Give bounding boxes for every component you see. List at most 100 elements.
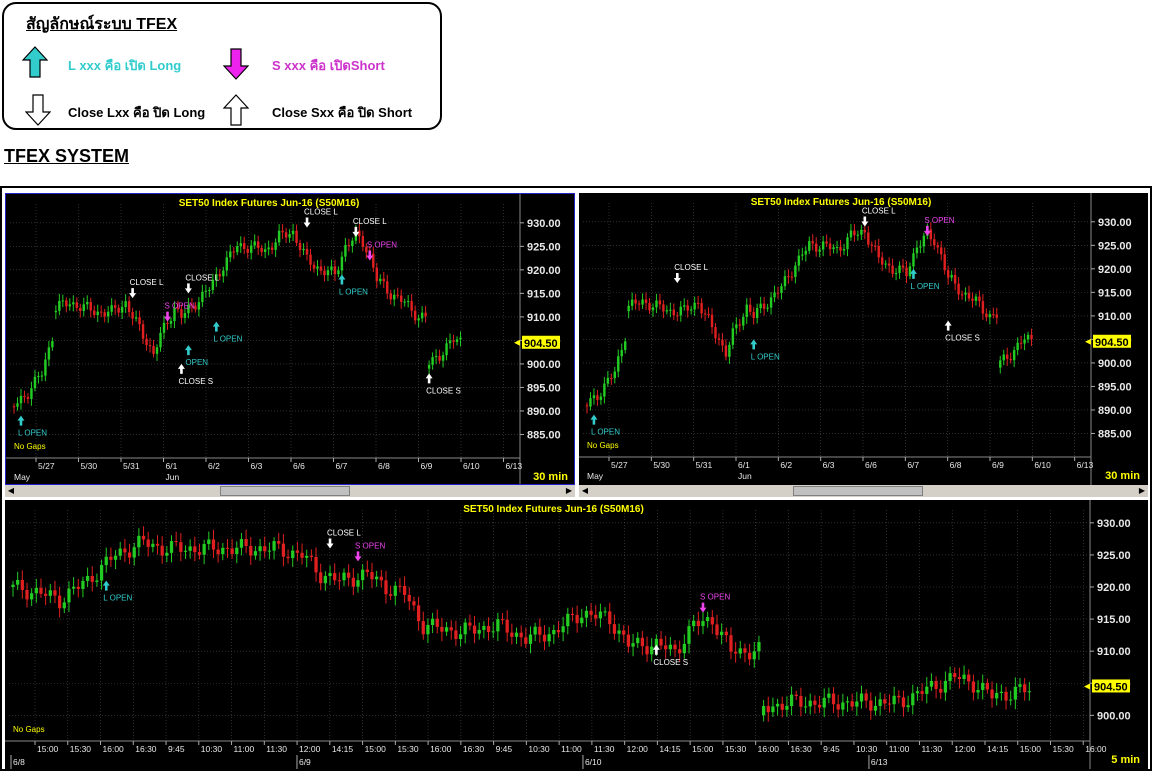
x-tick-label: 10:30 [201,744,223,754]
y-tick-label: 920.00 [1097,582,1131,594]
x-tick-label: 5/27 [611,460,628,470]
candle-body [440,626,444,632]
x-tick-label: 11:00 [889,744,910,754]
scrollbar-2[interactable]: ◀ ▶ [579,485,1148,497]
x-tick-label: 15:00 [37,744,59,754]
candle-body [351,240,354,246]
long-open-label: L OPEN [339,288,368,297]
chart-panel-2[interactable]: 930.00925.00920.00915.00910.00905.00900.… [579,193,1148,485]
candle-body [351,577,355,587]
candle-body [846,237,849,250]
candle-body [449,627,453,631]
x-tick-label: 5/30 [81,461,98,471]
candle-body [757,642,761,652]
scroll-left-button[interactable]: ◀ [5,485,17,497]
candle-body [445,343,448,356]
long-open-label: L OPEN [18,429,47,438]
candle-body [53,590,57,596]
x-tick-label: 6/6 [293,461,305,471]
scroll-thumb[interactable] [793,486,923,496]
long-open-label: L OPEN [103,594,132,603]
candle-body [668,644,672,650]
candle-body [524,637,528,644]
legend-long-open: L xxx คือ เปิด Long [68,58,182,73]
candle-body [459,337,462,340]
candle-body [883,699,887,704]
scroll-right-button[interactable]: ▶ [1136,485,1148,497]
candle-body [379,278,382,282]
chart-30min-right[interactable]: 930.00925.00920.00915.00910.00905.00900.… [579,193,1148,485]
candle-body [594,614,598,619]
short-open-label: S OPEN [367,240,397,249]
candle-body [103,312,106,317]
candle-body [957,283,960,295]
candle-body [57,595,62,609]
x-tick-label: 6/1 [166,461,178,471]
candle-body [869,700,873,711]
candle-body [389,293,392,300]
candle-body [835,246,839,248]
scroll-right-button[interactable]: ▶ [563,485,575,497]
chart-30min-left[interactable]: 930.00925.00920.00915.00910.00905.00900.… [6,194,575,485]
candle-body [953,673,957,678]
candle-body [75,302,79,308]
scroll-thumb[interactable] [220,486,350,496]
candle-body [692,620,696,627]
candle-body [330,266,333,271]
candle-body [1026,334,1030,340]
scrollbar-1[interactable]: ◀ ▶ [5,485,575,497]
candle-body [720,631,724,636]
candle-body [225,257,229,271]
candle-body [127,301,131,312]
date-label: 6/8 [13,757,25,767]
candle-body [71,586,76,589]
long-open-label: L OPEN [751,352,780,361]
y-tick-label: 925.00 [1098,240,1132,252]
x-tick-label: 11:30 [266,744,287,754]
candle-body [16,579,20,585]
candle-body [131,311,134,319]
candle-body [761,706,766,716]
legend-title: สัญลักษณ์ระบบ TFEX [26,16,178,33]
candle-body [995,314,999,318]
chart-panel-1[interactable]: 930.00925.00920.00915.00910.00905.00900.… [5,193,575,485]
candle-body [1002,354,1005,361]
candle-body [759,303,762,309]
candle-body [766,706,770,713]
y-tick-label: 890.00 [527,406,561,418]
candle-body [384,580,388,595]
candle-body [940,247,943,255]
interval-label: 30 min [1105,470,1140,482]
candle-body [689,309,693,311]
candle-body [892,695,896,705]
candle-body [253,551,258,556]
candle-body [990,689,994,699]
candle-body [1016,342,1019,351]
y-tick-label: 895.00 [1098,381,1132,393]
candle-body [197,552,202,555]
candle-body [288,234,291,238]
candle-body [957,677,962,679]
chart-5min-bottom[interactable]: 930.00925.00920.00915.00910.00905.00900.… [5,500,1148,769]
candle-body [710,314,714,328]
y-tick-label: 925.00 [1097,550,1131,562]
candle-body [11,584,15,587]
candle-body [1023,684,1027,693]
candle-body [589,398,592,407]
candle-body [776,292,780,294]
candle-body [96,311,99,316]
x-tick-label: 6/2 [208,461,220,471]
x-tick-label: 6/9 [992,460,1004,470]
candle-body [270,247,274,250]
scroll-left-button[interactable]: ◀ [579,485,591,497]
chart-panel-3[interactable]: 930.00925.00920.00915.00910.00905.00900.… [5,500,1148,769]
candle-body [839,246,842,251]
candle-body [424,312,427,317]
candle-body [444,627,449,632]
x-tick-label: 14:15 [987,744,1009,754]
candle-body [906,705,910,708]
candle-body [225,547,230,549]
candle-body [491,631,495,633]
legend-short-close: Close Sxx คือ ปิด Short [272,105,413,120]
y-tick-label: 910.00 [1098,311,1132,323]
